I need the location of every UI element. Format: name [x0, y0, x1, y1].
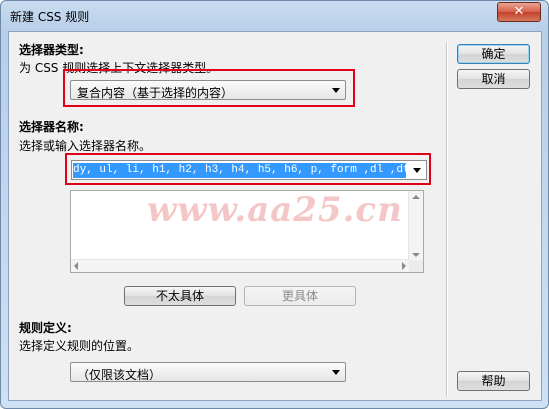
dialog-window: 新建 CSS 规则 ✕ 选择器类型: 为 CSS 规则选择上下文选择器类型。 复…	[0, 0, 549, 409]
selector-name-description: 选择或输入选择器名称。	[19, 139, 152, 153]
watermark: www.aa25.cn	[147, 190, 403, 230]
scroll-up-icon[interactable]	[412, 195, 420, 199]
help-button[interactable]: 帮助	[457, 371, 530, 391]
scroll-right-icon[interactable]	[402, 262, 406, 270]
close-button[interactable]: ✕	[497, 2, 541, 22]
selector-name-dropdown-button[interactable]	[408, 161, 426, 179]
horizontal-scrollbar[interactable]	[71, 259, 409, 272]
selector-name-input[interactable]: dy, ul, li, h1, h2, h3, h4, h5, h6, p, f…	[73, 163, 406, 178]
dialog-title: 新建 CSS 规则	[10, 10, 90, 24]
selector-type-heading: 选择器类型:	[19, 43, 84, 57]
rule-definition-value: （仅限该文档）	[77, 368, 162, 382]
rule-definition-select[interactable]: （仅限该文档）	[70, 362, 346, 382]
selector-type-select[interactable]: 复合内容（基于选择的内容）	[70, 80, 346, 100]
ok-button[interactable]: 确定	[457, 44, 530, 64]
chevron-down-icon	[332, 88, 340, 93]
selector-type-value: 复合内容（基于选择的内容）	[77, 86, 234, 100]
vertical-scrollbar[interactable]	[408, 191, 423, 261]
chevron-down-icon	[413, 168, 421, 173]
scrollbar-corner	[409, 260, 423, 272]
more-specific-button[interactable]: 更具体	[244, 286, 356, 306]
less-specific-button[interactable]: 不太具体	[124, 286, 236, 306]
selector-name-combobox[interactable]: dy, ul, li, h1, h2, h3, h4, h5, h6, p, f…	[71, 160, 427, 180]
separator	[446, 42, 448, 397]
cancel-button[interactable]: 取消	[457, 69, 530, 89]
dialog-body: 选择器类型: 为 CSS 规则选择上下文选择器类型。 复合内容（基于选择的内容）…	[8, 31, 542, 401]
rule-definition-description: 选择定义规则的位置。	[19, 339, 140, 353]
scroll-left-icon[interactable]	[74, 262, 78, 270]
chevron-down-icon	[332, 370, 340, 375]
scroll-down-icon[interactable]	[412, 253, 420, 257]
title-bar[interactable]: 新建 CSS 规则 ✕	[1, 1, 548, 31]
close-icon: ✕	[513, 4, 525, 19]
rule-definition-heading: 规则定义:	[19, 321, 72, 335]
selector-name-heading: 选择器名称:	[19, 120, 84, 134]
